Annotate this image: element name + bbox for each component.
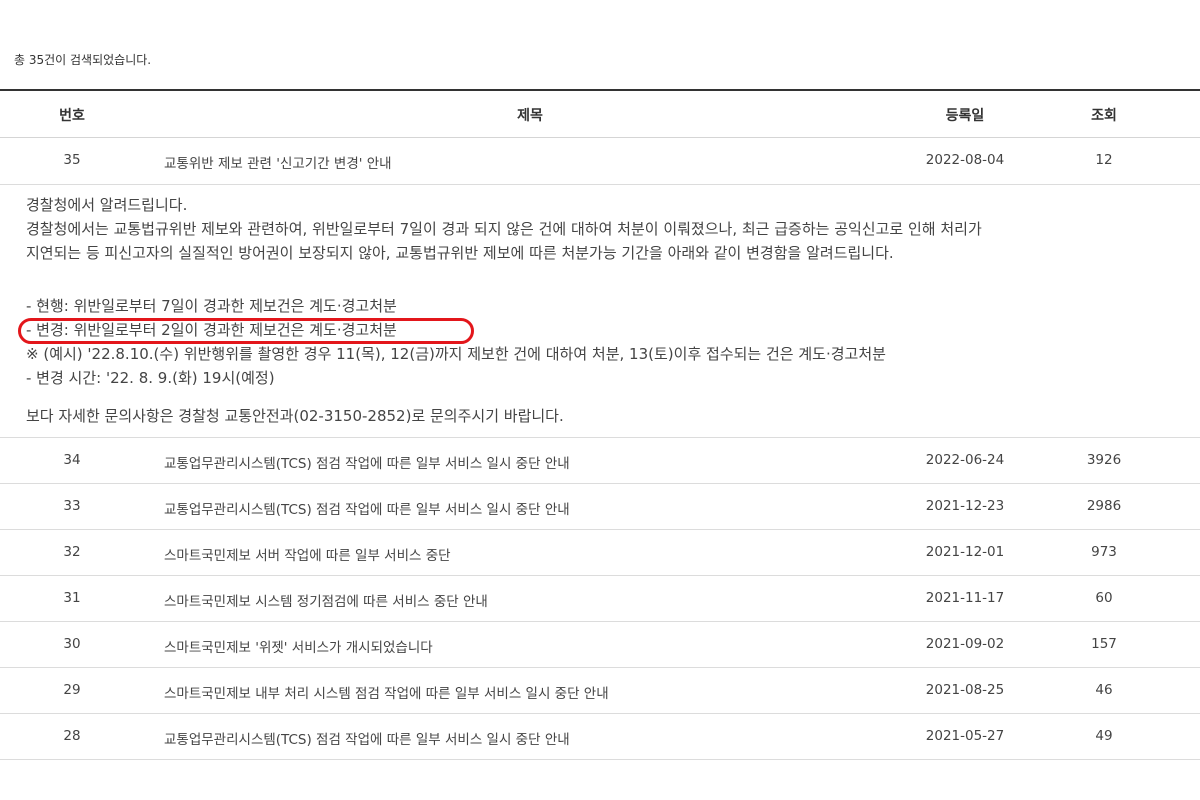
content-line: 지연되는 등 피신고자의 실질적인 방어권이 보장되지 않아, 교통법규위반 제…	[26, 244, 894, 262]
table-row-open[interactable]: 35 교통위반 제보 관련 '신고기간 변경' 안내 2022-08-04 12	[0, 138, 1200, 185]
row-date: 2021-08-25	[925, 682, 1005, 698]
row-title-link[interactable]: 스마트국민제보 '위젯' 서비스가 개시되었습니다	[164, 636, 864, 656]
content-line-highlighted: - 변경: 위반일로부터 2일이 경과한 제보건은 계도·경고처분	[26, 321, 397, 339]
row-num: 34	[63, 452, 81, 468]
row-date: 2021-12-23	[925, 498, 1005, 514]
row-date: 2021-09-02	[925, 636, 1005, 652]
table-row[interactable]: 34 교통업무관리시스템(TCS) 점검 작업에 따른 일부 서비스 일시 중단 …	[0, 438, 1200, 484]
table-row[interactable]: 30 스마트국민제보 '위젯' 서비스가 개시되었습니다 2021-09-02 157	[0, 622, 1200, 668]
row-title-link[interactable]: 교통업무관리시스템(TCS) 점검 작업에 따른 일부 서비스 일시 중단 안내	[164, 452, 864, 472]
row-views: 3926	[1086, 452, 1122, 468]
notice-board: 번호 제목 등록일 조회 35 교통위반 제보 관련 '신고기간 변경' 안내 …	[0, 89, 1200, 760]
content-line: 경찰청에서 알려드립니다.	[26, 196, 188, 214]
row-date: 2022-06-24	[925, 452, 1005, 468]
row-views: 2986	[1086, 498, 1122, 514]
table-row[interactable]: 32 스마트국민제보 서버 작업에 따른 일부 서비스 중단 2021-12-01 9…	[0, 530, 1200, 576]
row-title-link[interactable]: 교통업무관리시스템(TCS) 점검 작업에 따른 일부 서비스 일시 중단 안내	[164, 728, 864, 748]
table-body: 34 교통업무관리시스템(TCS) 점검 작업에 따른 일부 서비스 일시 중단 …	[0, 438, 1200, 760]
row-date: 2022-08-04	[925, 152, 1005, 168]
row-title-link[interactable]: 교통업무관리시스템(TCS) 점검 작업에 따른 일부 서비스 일시 중단 안내	[164, 498, 864, 518]
row-num: 32	[63, 544, 81, 560]
row-views: 60	[1095, 590, 1113, 606]
row-date: 2021-05-27	[925, 728, 1005, 744]
row-num: 30	[63, 636, 81, 652]
table-row[interactable]: 28 교통업무관리시스템(TCS) 점검 작업에 따른 일부 서비스 일시 중단 …	[0, 714, 1200, 760]
result-count: 총 35건이 검색되었습니다.	[14, 53, 152, 67]
content-line: - 현행: 위반일로부터 7일이 경과한 제보건은 계도·경고처분	[26, 297, 397, 315]
row-title-link[interactable]: 스마트국민제보 서버 작업에 따른 일부 서비스 중단	[164, 544, 864, 564]
header-date: 등록일	[945, 108, 985, 124]
content-line: 경찰청에서는 교통법규위반 제보와 관련하여, 위반일로부터 7일이 경과 되지…	[26, 220, 982, 238]
row-date: 2021-12-01	[925, 544, 1005, 560]
table-row[interactable]: 33 교통업무관리시스템(TCS) 점검 작업에 따른 일부 서비스 일시 중단 …	[0, 484, 1200, 530]
row-num: 35	[63, 152, 81, 168]
table-row[interactable]: 29 스마트국민제보 내부 처리 시스템 점검 작업에 따른 일부 서비스 일시 …	[0, 668, 1200, 714]
row-title-link[interactable]: 스마트국민제보 시스템 정기점검에 따른 서비스 중단 안내	[164, 590, 864, 610]
row-views: 157	[1091, 636, 1117, 652]
row-date: 2021-11-17	[925, 590, 1005, 606]
content-line: 보다 자세한 문의사항은 경찰청 교통안전과(02-3150-2852)로 문의…	[26, 407, 564, 425]
table-header: 번호 제목 등록일 조회	[0, 89, 1200, 138]
row-num: 29	[63, 682, 81, 698]
row-num: 31	[63, 590, 81, 606]
notice-content: 경찰청에서 알려드립니다. 경찰청에서는 교통법규위반 제보와 관련하여, 위반…	[0, 185, 1200, 438]
content-line: ※ (예시) '22.8.10.(수) 위반행위를 촬영한 경우 11(목), …	[26, 345, 886, 363]
table-row[interactable]: 31 스마트국민제보 시스템 정기점검에 따른 서비스 중단 안내 2021-11-…	[0, 576, 1200, 622]
content-line: - 변경 시간: '22. 8. 9.(화) 19시(예정)	[26, 369, 275, 387]
row-views: 46	[1095, 682, 1113, 698]
row-title-link[interactable]: 스마트국민제보 내부 처리 시스템 점검 작업에 따른 일부 서비스 일시 중단…	[164, 682, 864, 702]
row-num: 33	[63, 498, 81, 514]
row-views: 973	[1091, 544, 1117, 560]
row-views: 12	[1095, 152, 1113, 168]
row-views: 49	[1095, 728, 1113, 744]
row-title-link[interactable]: 교통위반 제보 관련 '신고기간 변경' 안내	[164, 152, 864, 172]
row-num: 28	[63, 728, 81, 744]
header-views: 조회	[1091, 108, 1117, 124]
